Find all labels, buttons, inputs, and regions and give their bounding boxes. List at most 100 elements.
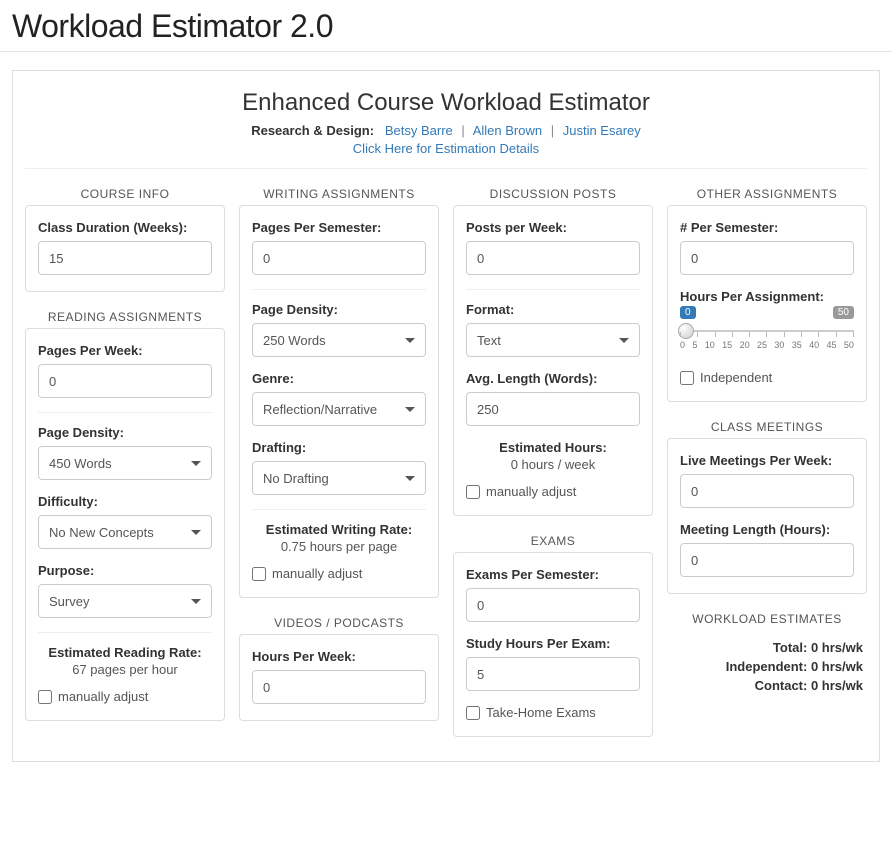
discussion-length-input[interactable] (466, 392, 640, 426)
estimation-details-link[interactable]: Click Here for Estimation Details (353, 141, 539, 156)
discussion-est-value: 0 hours / week (466, 457, 640, 472)
meetings-live-label: Live Meetings Per Week: (680, 453, 854, 468)
discussion-posts-input[interactable] (466, 241, 640, 275)
estimates-heading: WORKLOAD ESTIMATES (667, 612, 867, 626)
videos-hours-label: Hours Per Week: (252, 649, 426, 664)
discussion-section: DISCUSSION POSTS Posts per Week: Format:… (453, 187, 653, 516)
column-4: OTHER ASSIGNMENTS # Per Semester: Hours … (667, 187, 867, 697)
estimates-contact-label: Contact: (755, 678, 808, 693)
course-info-section: COURSE INFO Class Duration (Weeks): (25, 187, 225, 292)
other-hours-label: Hours Per Assignment: (680, 289, 854, 304)
discussion-adjust-label: manually adjust (486, 484, 576, 499)
discussion-format-label: Format: (466, 302, 640, 317)
reading-pages-label: Pages Per Week: (38, 343, 212, 358)
discussion-heading: DISCUSSION POSTS (453, 187, 653, 201)
credit-link-3[interactable]: Justin Esarey (563, 123, 641, 138)
exams-count-input[interactable] (466, 588, 640, 622)
writing-rate-value: 0.75 hours per page (252, 539, 426, 554)
writing-density-select[interactable]: 250 Words (252, 323, 426, 357)
meetings-live-input[interactable] (680, 474, 854, 508)
writing-genre-select[interactable]: Reflection/Narrative (252, 392, 426, 426)
discussion-posts-label: Posts per Week: (466, 220, 640, 235)
column-3: DISCUSSION POSTS Posts per Week: Format:… (453, 187, 653, 737)
caret-down-icon (191, 530, 201, 535)
discussion-est-label: Estimated Hours: (466, 440, 640, 455)
writing-heading: WRITING ASSIGNMENTS (239, 187, 439, 201)
exams-study-input[interactable] (466, 657, 640, 691)
other-card: # Per Semester: Hours Per Assignment: 0 … (667, 205, 867, 402)
exams-section: EXAMS Exams Per Semester: Study Hours Pe… (453, 534, 653, 737)
credits-line: Research & Design: Betsy Barre | Allen B… (25, 123, 867, 138)
page-title: Workload Estimator 2.0 (0, 0, 892, 52)
separator: | (551, 123, 554, 138)
reading-adjust-checkbox[interactable] (38, 690, 52, 704)
estimates-contact-value: 0 hrs/wk (811, 678, 863, 693)
other-independent-label: Independent (700, 370, 772, 385)
divider (252, 289, 426, 290)
class-duration-input[interactable] (38, 241, 212, 275)
other-independent-checkbox[interactable] (680, 371, 694, 385)
discussion-format-select[interactable]: Text (466, 323, 640, 357)
other-section: OTHER ASSIGNMENTS # Per Semester: Hours … (667, 187, 867, 402)
writing-adjust-label: manually adjust (272, 566, 362, 581)
videos-hours-input[interactable] (252, 670, 426, 704)
caret-down-icon (191, 461, 201, 466)
divider (38, 412, 212, 413)
caret-down-icon (191, 599, 201, 604)
writing-drafting-selected: No Drafting (263, 471, 329, 486)
details-link-row: Click Here for Estimation Details (25, 141, 867, 156)
writing-density-label: Page Density: (252, 302, 426, 317)
columns: COURSE INFO Class Duration (Weeks): READ… (25, 187, 867, 737)
reading-heading: READING ASSIGNMENTS (25, 310, 225, 324)
meetings-length-input[interactable] (680, 543, 854, 577)
slider-ticks (680, 332, 854, 337)
divider (466, 289, 640, 290)
other-hours-slider[interactable]: 0 50 05101520253035404550 (680, 310, 854, 356)
column-1: COURSE INFO Class Duration (Weeks): READ… (25, 187, 225, 721)
discussion-card: Posts per Week: Format: Text Avg. Length… (453, 205, 653, 516)
estimates-section: WORKLOAD ESTIMATES Total: 0 hrs/wk Indep… (667, 612, 867, 697)
writing-rate-label: Estimated Writing Rate: (252, 522, 426, 537)
writing-genre-selected: Reflection/Narrative (263, 402, 377, 417)
credit-link-1[interactable]: Betsy Barre (385, 123, 453, 138)
reading-density-select[interactable]: 450 Words (38, 446, 212, 480)
other-num-label: # Per Semester: (680, 220, 854, 235)
exams-card: Exams Per Semester: Study Hours Per Exam… (453, 552, 653, 737)
other-num-input[interactable] (680, 241, 854, 275)
reading-difficulty-select[interactable]: No New Concepts (38, 515, 212, 549)
discussion-format-selected: Text (477, 333, 501, 348)
videos-heading: VIDEOS / PODCASTS (239, 616, 439, 630)
writing-drafting-select[interactable]: No Drafting (252, 461, 426, 495)
videos-card: Hours Per Week: (239, 634, 439, 721)
writing-genre-label: Genre: (252, 371, 426, 386)
class-duration-label: Class Duration (Weeks): (38, 220, 212, 235)
reading-purpose-select[interactable]: Survey (38, 584, 212, 618)
credit-link-2[interactable]: Allen Brown (473, 123, 542, 138)
discussion-adjust-checkbox[interactable] (466, 485, 480, 499)
estimates-independent-label: Independent: (726, 659, 808, 674)
exams-takehome-checkbox[interactable] (466, 706, 480, 720)
estimates-results: Total: 0 hrs/wk Independent: 0 hrs/wk Co… (667, 630, 867, 693)
caret-down-icon (405, 338, 415, 343)
writing-pages-input[interactable] (252, 241, 426, 275)
meetings-heading: CLASS MEETINGS (667, 420, 867, 434)
slider-max-badge: 50 (833, 306, 854, 319)
estimates-total-label: Total: (773, 640, 807, 655)
writing-pages-label: Pages Per Semester: (252, 220, 426, 235)
reading-adjust-label: manually adjust (58, 689, 148, 704)
reading-difficulty-selected: No New Concepts (49, 525, 154, 540)
reading-rate-label: Estimated Reading Rate: (38, 645, 212, 660)
credits-label: Research & Design: (251, 123, 374, 138)
divider (252, 509, 426, 510)
separator: | (461, 123, 464, 138)
exams-count-label: Exams Per Semester: (466, 567, 640, 582)
meetings-card: Live Meetings Per Week: Meeting Length (… (667, 438, 867, 594)
writing-density-selected: 250 Words (263, 333, 326, 348)
reading-pages-input[interactable] (38, 364, 212, 398)
caret-down-icon (619, 338, 629, 343)
slider-value-badge: 0 (680, 306, 696, 319)
meetings-section: CLASS MEETINGS Live Meetings Per Week: M… (667, 420, 867, 594)
writing-adjust-checkbox[interactable] (252, 567, 266, 581)
writing-drafting-label: Drafting: (252, 440, 426, 455)
writing-card: Pages Per Semester: Page Density: 250 Wo… (239, 205, 439, 598)
